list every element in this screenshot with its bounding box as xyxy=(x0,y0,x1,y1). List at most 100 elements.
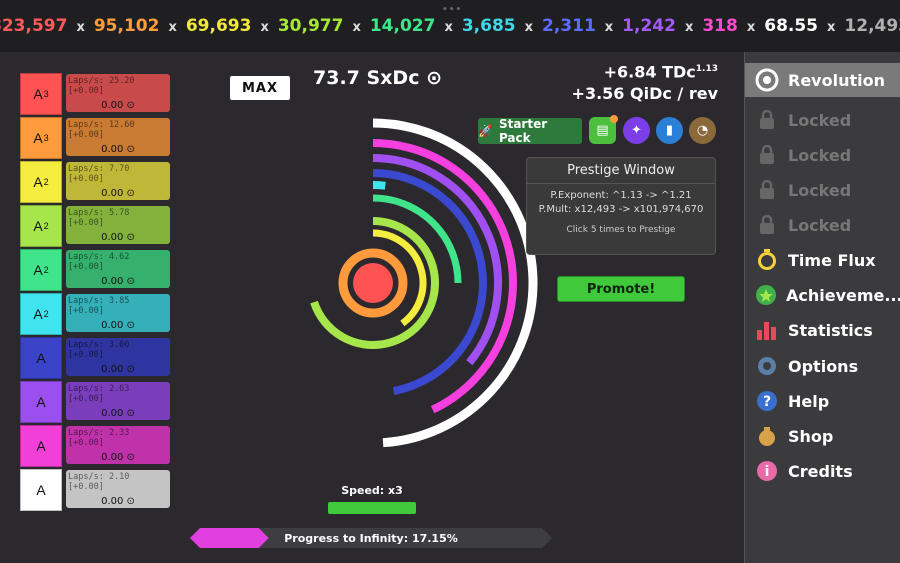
ring-letter: A xyxy=(33,86,43,102)
sidebar: Revolution Locked Locked Locked Locked Time F… xyxy=(744,52,900,563)
multiplier-separator: x xyxy=(76,20,85,35)
laps-per-second: Laps/s: 3.00 [+0.00] xyxy=(68,340,130,360)
revolution-ring xyxy=(372,181,386,190)
laps-per-second: Laps/s: 3.85 [+0.00] xyxy=(68,296,130,316)
drag-handle-icon[interactable]: ••• xyxy=(442,5,462,15)
ring-upgrade-button[interactable]: A xyxy=(20,425,62,467)
ring-count: 0.00 ⊙ xyxy=(101,408,135,419)
sidebar-item-label: Help xyxy=(788,391,830,411)
lock-icon xyxy=(754,142,780,168)
sidebar-item-locked: Locked xyxy=(745,173,900,207)
ring-row: A 2 Laps/s: 4.62 [+0.00] 0.00 ⊙ xyxy=(20,249,172,291)
sidebar-item-label: Statistics xyxy=(788,320,873,340)
prestige-window: Prestige Window P.Exponent: ^1.13 -> ^1.… xyxy=(526,157,716,255)
ring-info: Laps/s: 4.62 [+0.00] 0.00 ⊙ xyxy=(66,250,170,288)
svg-text:?: ? xyxy=(763,394,771,410)
sparkle-icon[interactable]: ✦ xyxy=(623,117,650,144)
ring-upgrade-button[interactable]: A2 xyxy=(20,205,62,247)
prestige-instructions: Click 5 times to Prestige xyxy=(566,225,676,235)
ring-row: A 3 Laps/s: 12.60 [+0.00] 0.00 ⊙ xyxy=(20,117,172,159)
ring-info: Laps/s: 2.10 [+0.00] 0.00 ⊙ xyxy=(66,470,170,508)
laps-per-second: Laps/s: 5.78 [+0.00] xyxy=(68,208,130,228)
ring-info: Laps/s: 2.63 [+0.00] 0.00 ⊙ xyxy=(66,382,170,420)
ring-letter: A xyxy=(33,130,43,146)
sidebar-item-locked: Locked xyxy=(745,103,900,137)
sidebar-item-options[interactable]: Options xyxy=(745,349,900,383)
rate-exponent: 1.13 xyxy=(695,64,718,74)
multiplier-value: 68.55 xyxy=(764,16,819,36)
sidebar-item-label: Credits xyxy=(788,461,853,481)
laps-per-second: Laps/s: 4.62 [+0.00] xyxy=(68,252,130,272)
svg-text:i: i xyxy=(765,464,770,480)
speed-label: Speed: x3 xyxy=(341,484,403,497)
multiplier-value: 3,685 xyxy=(461,16,516,36)
cards-icon[interactable]: ▤ xyxy=(589,115,618,144)
bar-chart-icon xyxy=(754,317,780,343)
ring-tier: 2 xyxy=(43,309,49,319)
ring-info: Laps/s: 2.33 [+0.00] 0.00 ⊙ xyxy=(66,426,170,464)
ring-letter: A xyxy=(36,394,46,410)
ring-letter: A xyxy=(36,482,46,498)
ring-row: A 2 Laps/s: 7.70 [+0.00] 0.00 ⊙ xyxy=(20,161,172,203)
multiplier-separator: x xyxy=(604,20,614,35)
stopwatch-icon xyxy=(754,247,780,273)
sidebar-item-timeflux[interactable]: Time Flux xyxy=(745,243,900,277)
max-button[interactable]: MAX xyxy=(230,76,290,100)
pie-icon[interactable]: ◔ xyxy=(689,117,716,144)
currency-display: 73.7 SxDc ⊙ xyxy=(313,67,443,89)
sidebar-item-label: Locked xyxy=(788,215,852,235)
multiplier-separator: x xyxy=(352,20,361,35)
rate-per-second: +6.84 TDc xyxy=(603,62,696,82)
ring-upgrade-button[interactable]: A xyxy=(20,469,62,511)
multiplier-bar: ••• 823,597 x 95,102 x 69,693 x 30,977 x 14,027 x… xyxy=(0,0,900,52)
money-bag-icon xyxy=(754,423,780,449)
sidebar-item-credits[interactable]: i Credits xyxy=(745,454,900,488)
ring-row: A Laps/s: 2.33 [+0.00] 0.00 ⊙ xyxy=(20,425,172,467)
multiplier-value: 823,597 xyxy=(0,16,68,36)
ring-upgrade-button[interactable]: A2 xyxy=(20,249,62,291)
ring-tier: 3 xyxy=(43,133,49,143)
sidebar-item-revolution[interactable]: Revolution xyxy=(745,63,900,97)
sidebar-item-statistics[interactable]: Statistics xyxy=(745,313,900,347)
laps-per-second: Laps/s: 2.63 [+0.00] xyxy=(68,384,130,404)
ring-upgrade-button[interactable]: A2 xyxy=(20,293,62,335)
lock-icon xyxy=(754,212,780,238)
multiplier-value: 14,027 xyxy=(369,16,436,36)
multiplier-separator: x xyxy=(746,20,756,35)
ring-upgrade-button[interactable]: A2 xyxy=(20,161,62,203)
sidebar-item-shop[interactable]: Shop xyxy=(745,419,900,453)
multiplier-value: 12,493 xyxy=(844,16,900,36)
ring-count: 0.00 ⊙ xyxy=(101,452,135,463)
ring-upgrade-button[interactable]: A xyxy=(20,381,62,423)
ring-row: A Laps/s: 3.00 [+0.00] 0.00 ⊙ xyxy=(20,337,172,379)
sidebar-item-locked: Locked xyxy=(745,208,900,242)
ring-row: A 3 Laps/s: 25.20 [+0.00] 0.00 ⊙ xyxy=(20,73,172,115)
ring-info: Laps/s: 12.60 [+0.00] 0.00 ⊙ xyxy=(66,118,170,156)
rocket-icon: 🚀 xyxy=(478,124,493,138)
multiplier-value: 30,977 xyxy=(277,16,344,36)
promote-button[interactable]: Promote! xyxy=(557,276,685,302)
ring-count: 0.00 ⊙ xyxy=(101,100,135,111)
multiplier-value: 2,311 xyxy=(542,16,596,36)
ring-tier: 2 xyxy=(43,221,49,231)
prestige-exponent: P.Exponent: ^1.13 -> ^1.21 xyxy=(550,190,692,201)
ring-upgrade-button[interactable]: A3 xyxy=(20,117,62,159)
ring-letter: A xyxy=(36,350,46,366)
ring-upgrade-button[interactable]: A3 xyxy=(20,73,62,115)
info-icon: i xyxy=(754,458,780,484)
sidebar-item-achieveme[interactable]: Achieveme... xyxy=(745,278,900,312)
ring-upgrade-button[interactable]: A xyxy=(20,337,62,379)
starter-pack-button[interactable]: 🚀 Starter Pack xyxy=(478,117,582,145)
speed-bar[interactable] xyxy=(328,502,416,514)
sidebar-item-label: Revolution xyxy=(788,70,885,90)
chart-icon[interactable]: ▮ xyxy=(656,117,683,144)
multiplier-value: 69,693 xyxy=(185,16,252,36)
ring-letter: A xyxy=(33,174,43,190)
sidebar-item-help[interactable]: ? Help xyxy=(745,384,900,418)
sidebar-item-label: Locked xyxy=(788,110,852,130)
rate-per-rev: +3.56 QiDc / rev xyxy=(571,84,718,104)
revolution-icon xyxy=(754,67,780,93)
income-rates: +6.84 TDc1.13 +3.56 QiDc / rev xyxy=(572,58,718,105)
gear-icon xyxy=(754,353,780,379)
lock-icon xyxy=(754,107,780,133)
